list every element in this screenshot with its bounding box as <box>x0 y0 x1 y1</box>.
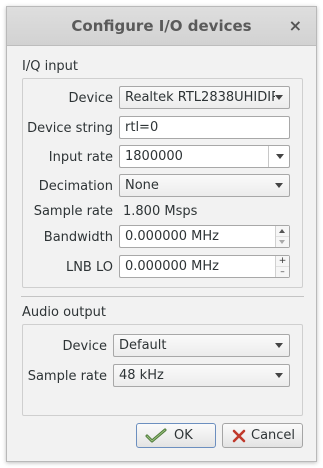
audio-sample-rate-label: Sample rate <box>27 369 107 384</box>
sample-rate-value: 1.800 Msps <box>123 204 198 219</box>
chevron-down-icon <box>276 154 284 159</box>
ok-button-label: OK <box>174 428 193 443</box>
lnb-lo-value: 0.000000 MHz <box>125 259 219 274</box>
device-select[interactable]: Realtek RTL2838UHIDIR <box>119 86 290 109</box>
title-bar[interactable]: Configure I/O devices × <box>7 7 316 46</box>
decimation-value: None <box>125 178 159 193</box>
cancel-x-icon <box>232 429 246 443</box>
bandwidth-value: 0.000000 MHz <box>125 229 219 244</box>
ok-button[interactable]: OK <box>136 423 216 448</box>
spin-down-icon[interactable] <box>276 236 289 247</box>
close-icon[interactable]: × <box>289 7 302 45</box>
spin-up-icon[interactable] <box>276 226 289 236</box>
plus-icon[interactable]: + <box>276 256 289 266</box>
section-divider <box>21 296 304 297</box>
lnb-lo-label: LNB LO <box>65 260 113 275</box>
minus-icon[interactable]: – <box>276 266 289 277</box>
cancel-button-label: Cancel <box>251 428 296 443</box>
lnb-lo-spinbox[interactable]: 0.000000 MHz + – <box>119 255 290 278</box>
input-rate-combo[interactable]: 1800000 <box>119 145 290 168</box>
decimation-label: Decimation <box>38 179 113 194</box>
bandwidth-spinbox[interactable]: 0.000000 MHz <box>119 225 290 248</box>
chevron-down-icon <box>275 95 283 100</box>
iq-input-group-title: I/Q input <box>22 59 79 74</box>
cancel-button[interactable]: Cancel <box>222 423 303 448</box>
sample-rate-label: Sample rate <box>33 204 113 219</box>
input-rate-dropdown-button[interactable] <box>268 146 289 167</box>
audio-device-label: Device <box>62 339 107 354</box>
device-string-label: Device string <box>27 121 113 136</box>
chevron-down-icon <box>275 373 283 378</box>
audio-device-value: Default <box>119 338 167 353</box>
device-string-input[interactable]: rtl=0 <box>119 116 290 139</box>
chevron-down-icon <box>275 343 283 348</box>
device-label: Device <box>68 91 113 106</box>
decimation-select[interactable]: None <box>119 174 290 197</box>
audio-output-group-title: Audio output <box>22 305 106 320</box>
lnb-lo-spin-buttons[interactable]: + – <box>275 256 289 277</box>
audio-sample-rate-value: 48 kHz <box>119 368 164 383</box>
input-rate-value: 1800000 <box>125 149 183 164</box>
chevron-down-icon <box>275 183 283 188</box>
bandwidth-spin-buttons[interactable] <box>275 226 289 247</box>
input-rate-label: Input rate <box>48 150 113 165</box>
dialog-window: Configure I/O devices × I/Q input Device… <box>6 6 317 462</box>
device-select-value: Realtek RTL2838UHIDIR <box>125 90 275 105</box>
bandwidth-label: Bandwidth <box>43 230 113 245</box>
check-icon <box>145 428 167 443</box>
audio-device-select[interactable]: Default <box>113 334 290 357</box>
device-string-value: rtl=0 <box>125 120 159 135</box>
audio-sample-rate-select[interactable]: 48 kHz <box>113 364 290 387</box>
dialog-title: Configure I/O devices <box>71 17 252 35</box>
